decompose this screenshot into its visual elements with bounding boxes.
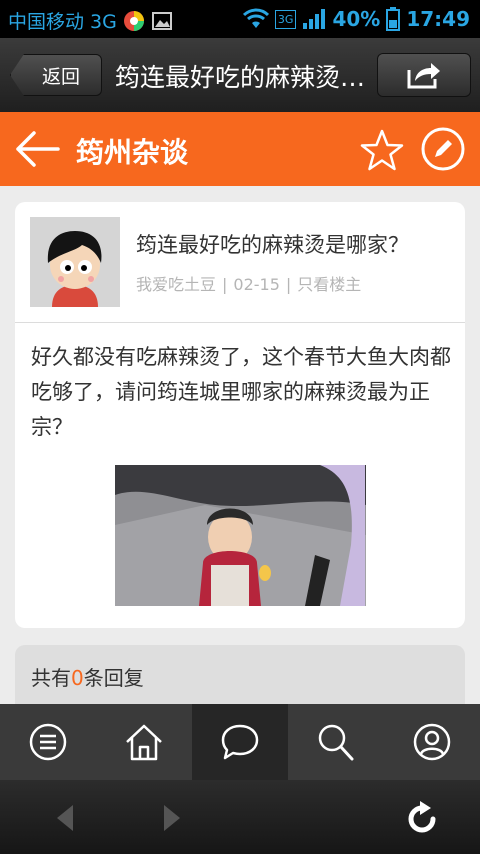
arrow-left-icon[interactable]: [14, 130, 60, 168]
reply-count-prefix: 共有: [31, 666, 71, 690]
share-icon: [407, 63, 440, 89]
reply-count-suffix: 条回复: [83, 666, 144, 690]
post-author[interactable]: 我爱吃土豆: [136, 275, 216, 294]
app-icon: [123, 10, 144, 31]
nav-search[interactable]: [288, 704, 384, 780]
bottom-nav: [0, 704, 480, 780]
battery-icon: [386, 7, 401, 31]
chevron-left-icon: [57, 805, 73, 831]
image-icon: [151, 11, 172, 30]
reply-count-number: 0: [71, 666, 84, 690]
back-button[interactable]: 返回: [10, 54, 102, 96]
browser-title-bar: 返回 筠连最好吃的麻辣烫是哪家？: [0, 38, 480, 112]
clock: 17:49: [406, 7, 470, 31]
post-meta: 我爱吃土豆 | 02-15 | 只看楼主: [136, 275, 362, 294]
search-icon: [318, 724, 354, 761]
chevron-right-icon: [164, 805, 180, 831]
post-photo[interactable]: [115, 465, 366, 606]
star-icon[interactable]: [359, 128, 405, 172]
chat-icon: [221, 724, 259, 760]
nav-messages[interactable]: [192, 704, 288, 780]
forum-header: 筠州杂谈: [0, 112, 480, 186]
browser-toolbar: [0, 780, 480, 854]
wifi-icon: [242, 8, 269, 28]
share-button[interactable]: [377, 53, 471, 97]
page-title: 筠连最好吃的麻辣烫是哪家？: [115, 63, 370, 92]
status-bar: 中国移动 3G 3G 40% 17:49: [0, 0, 480, 38]
only-op-link[interactable]: 只看楼主: [297, 275, 361, 294]
browser-back-button[interactable]: [45, 798, 85, 838]
home-icon: [126, 724, 162, 761]
nav-menu[interactable]: [0, 704, 96, 780]
post-date: 02-15: [233, 275, 280, 294]
profile-icon: [413, 723, 451, 761]
battery-percent: 40%: [332, 7, 381, 31]
refresh-button[interactable]: [402, 798, 442, 838]
edit-icon[interactable]: [420, 126, 466, 172]
signal-icon: [303, 9, 326, 29]
reply-count-box: 共有0条回复: [15, 645, 465, 705]
post-title: 筠连最好吃的麻辣烫是哪家？: [136, 233, 409, 257]
nav-home[interactable]: [96, 704, 192, 780]
refresh-icon: [408, 801, 436, 833]
avatar[interactable]: [30, 217, 120, 307]
reply-count: 共有0条回复: [31, 662, 144, 691]
menu-icon: [29, 723, 67, 761]
divider: [15, 322, 465, 323]
nav-profile[interactable]: [384, 704, 480, 780]
post-body: 好久都没有吃麻辣烫了，这个春节大鱼大肉都吃够了，请问筠连城里哪家的麻辣烫最为正宗…: [31, 345, 451, 439]
cartoon-avatar-icon: [30, 217, 120, 307]
network-badge: 3G: [274, 9, 297, 29]
carrier-label: 中国移动 3G: [8, 11, 117, 33]
browser-forward-button[interactable]: [152, 798, 192, 838]
post-card: 筠连最好吃的麻辣烫是哪家？ 我爱吃土豆 | 02-15 | 只看楼主 好久都没有吃麻辣烫…: [15, 202, 465, 628]
forum-name: 筠州杂谈: [76, 136, 189, 169]
back-button-label: 返回: [41, 65, 80, 88]
